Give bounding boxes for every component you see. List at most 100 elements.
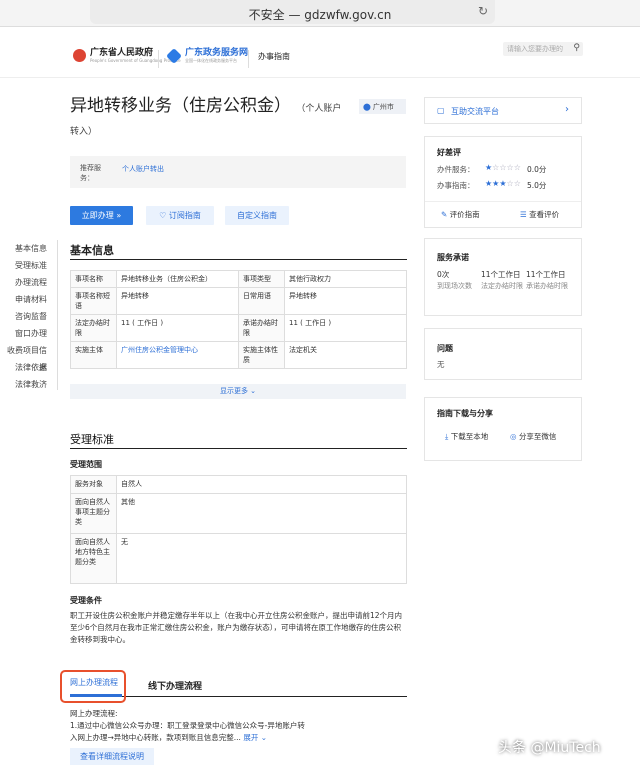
view-rating-button[interactable]: ☰ 查看评价 xyxy=(520,209,559,220)
platform-card[interactable]: ▢ 互助交流平台 › xyxy=(424,97,582,124)
basic-info-table: 事项名称 异地转移业务（住房公积金） 事项类型 其他行政权力 事项名称短语 异地转移 日常… xyxy=(70,270,407,369)
watermark: 头条 @MiuTech xyxy=(498,740,601,756)
cell-value: 异地转移 xyxy=(116,287,239,315)
city-text: 广州市 xyxy=(372,103,394,111)
cell-key: 法定办结时限 xyxy=(70,314,117,342)
chat-icon: ▢ xyxy=(437,106,445,115)
cell-key: 事项名称 xyxy=(70,270,117,288)
heart-icon: ♡ xyxy=(159,211,169,220)
nav-materials[interactable]: 申请材料 xyxy=(0,291,50,308)
cell-value: 法定机关 xyxy=(284,341,407,369)
cell-value: 无 xyxy=(116,533,407,584)
service-logo-icon xyxy=(166,47,182,64)
chevron-right-icon: › xyxy=(565,104,569,115)
nav-fees[interactable]: 收费项目信息 xyxy=(0,342,50,372)
download-local-button[interactable]: ⤓ 下载至本地 xyxy=(445,431,488,442)
cell-value: 异地转移 xyxy=(284,287,407,315)
url-text: 不安全 — gdzwfw.gov.cn xyxy=(248,8,392,22)
expand-link[interactable]: 展开 ⌄ xyxy=(243,733,267,742)
nav-item-guide[interactable]: 办事指南 xyxy=(258,51,290,62)
location-pin-icon: ⬤ xyxy=(363,103,371,111)
nav-law[interactable]: 法律依据 xyxy=(0,359,50,376)
share-label: 分享至微信 xyxy=(518,432,557,441)
promise-title: 服务承诺 xyxy=(437,253,469,262)
show-more-button[interactable]: 显示更多 ⌄ xyxy=(70,384,406,399)
implementing-body-link[interactable]: 广州住房公积金管理中心 xyxy=(116,341,239,369)
platform-label: 互助交流平台 xyxy=(451,107,499,116)
table-row: 实施主体 广州住房公积金管理中心 实施主体性质 法定机关 xyxy=(70,341,407,369)
highlight-annotation-box xyxy=(60,670,126,703)
question-value: 无 xyxy=(437,360,445,369)
promise-visits-value: 0次 xyxy=(437,270,450,279)
share-wechat-button[interactable]: ◎ 分享至微信 xyxy=(510,431,556,442)
subscribe-guide-button[interactable]: ♡ 订阅指南 xyxy=(146,206,214,225)
subscribe-label: 订阅指南 xyxy=(168,211,201,220)
table-row: 面向自然人事项主题分类 其他 xyxy=(70,493,407,534)
nav-relief[interactable]: 法律救济 xyxy=(0,376,50,393)
heading-rule xyxy=(70,448,407,449)
promise-committed-value: 11个工作日 xyxy=(526,270,566,279)
pencil-icon: ✎ xyxy=(441,210,450,219)
accept-condition-label: 受理条件 xyxy=(70,596,102,605)
question-card: 问题 无 xyxy=(424,328,582,380)
logo2-subtext: 全国一体化在线政务服务平台 xyxy=(185,58,237,63)
search-icon[interactable]: ⚲ xyxy=(573,43,580,53)
chevron-down-icon: ⌄ xyxy=(247,387,257,395)
rate-guide-button[interactable]: ✎ 评价指南 xyxy=(441,209,480,220)
promise-visits-label: 到现场次数 xyxy=(437,282,472,290)
city-badge: ⬤ 广州市 xyxy=(359,99,406,114)
basic-info-heading: 基本信息 xyxy=(70,244,114,257)
accept-range-table: 服务对象 自然人 面向自然人事项主题分类 其他 面向自然人地方特色主题分类无 xyxy=(70,475,407,584)
divider xyxy=(158,50,159,68)
gd-government-logo[interactable]: 广东省人民政府 People's Government of Guangdong… xyxy=(73,48,181,63)
divider xyxy=(248,50,249,68)
cell-key: 事项名称短语 xyxy=(70,287,117,315)
nav-basic-info[interactable]: 基本信息 xyxy=(0,240,50,257)
cell-key: 面向自然人地方特色主题分类 xyxy=(70,533,117,584)
expand-label: 展开 xyxy=(243,733,259,742)
table-row: 面向自然人地方特色主题分类无 xyxy=(70,533,407,584)
nav-consult[interactable]: 咨询监督 xyxy=(0,308,50,325)
list-icon: ☰ xyxy=(520,210,530,219)
tab-offline-process[interactable]: 线下办理流程 xyxy=(148,679,202,692)
search-input[interactable]: 请输入您要办理的 ⚲ xyxy=(503,42,583,56)
title-suffix: （个人账户 xyxy=(296,104,342,114)
page-title: 异地转移业务（住房公积金） （个人账户 转入） xyxy=(70,96,350,142)
table-row: 事项名称短语 异地转移 日常用语 异地转移 xyxy=(70,287,407,315)
recommend-box: 推荐服务： 个人账户转出 xyxy=(70,156,406,188)
left-anchor-nav: 基本信息 受理标准 办理流程 申请材料 咨询监督 窗口办理 收费项目信息 法律依… xyxy=(0,240,50,393)
guide-rating-label: 办事指南： xyxy=(437,181,475,190)
nav-process[interactable]: 办理流程 xyxy=(0,274,50,291)
promise-legal-label: 法定办结时限 xyxy=(481,282,523,290)
show-more-label: 显示更多 xyxy=(219,387,248,395)
service-stars: ★☆☆☆☆ xyxy=(485,163,521,172)
title-main: 异地转移业务（住房公积金） xyxy=(70,96,291,116)
service-rating-label: 办件服务： xyxy=(437,165,475,174)
cell-key: 实施主体 xyxy=(70,341,117,369)
download-title: 指南下载与分享 xyxy=(437,409,493,418)
nav-accept-standard[interactable]: 受理标准 xyxy=(0,257,50,274)
cell-key: 日常用语 xyxy=(238,287,285,315)
download-card: 指南下载与分享 ⤓ 下载至本地 ◎ 分享至微信 xyxy=(424,397,582,461)
recommend-label: 推荐服务： xyxy=(80,164,101,182)
cell-key: 承诺办结时限 xyxy=(238,314,285,342)
gd-gov-service-logo[interactable]: 广东政务服务网 全国一体化在线政务服务平台 xyxy=(166,47,248,64)
view-detail-process-button[interactable]: 查看详细流程说明 xyxy=(70,748,154,765)
rate-guide-label: 评价指南 xyxy=(449,210,480,219)
guide-score: 5.0分 xyxy=(527,181,547,190)
cell-value: 11 ( 工作日 ) xyxy=(116,314,239,342)
nav-window[interactable]: 窗口办理 xyxy=(0,325,50,342)
promise-committed-label: 承诺办结时限 xyxy=(526,282,568,290)
apply-now-button[interactable]: 立即办理 » xyxy=(70,206,133,225)
search-placeholder: 请输入您要办理的 xyxy=(507,45,563,53)
custom-guide-button[interactable]: 自定义指南 xyxy=(225,206,289,225)
accept-standard-heading: 受理标准 xyxy=(70,433,114,446)
promise-legal-value: 11个工作日 xyxy=(481,270,521,279)
recommend-link[interactable]: 个人账户转出 xyxy=(122,164,164,174)
reload-icon[interactable]: ↻ xyxy=(478,4,488,18)
table-row: 法定办结时限 11 ( 工作日 ) 承诺办结时限 11 ( 工作日 ) xyxy=(70,314,407,342)
table-row: 事项名称 异地转移业务（住房公积金） 事项类型 其他行政权力 xyxy=(70,270,407,288)
online-process-text: 网上办理流程: 1.通过中心微信公众号办理：职工登录登录中心微信公众号-异地账户… xyxy=(70,708,310,744)
cell-key: 面向自然人事项主题分类 xyxy=(70,493,117,534)
heading-rule xyxy=(70,259,407,260)
